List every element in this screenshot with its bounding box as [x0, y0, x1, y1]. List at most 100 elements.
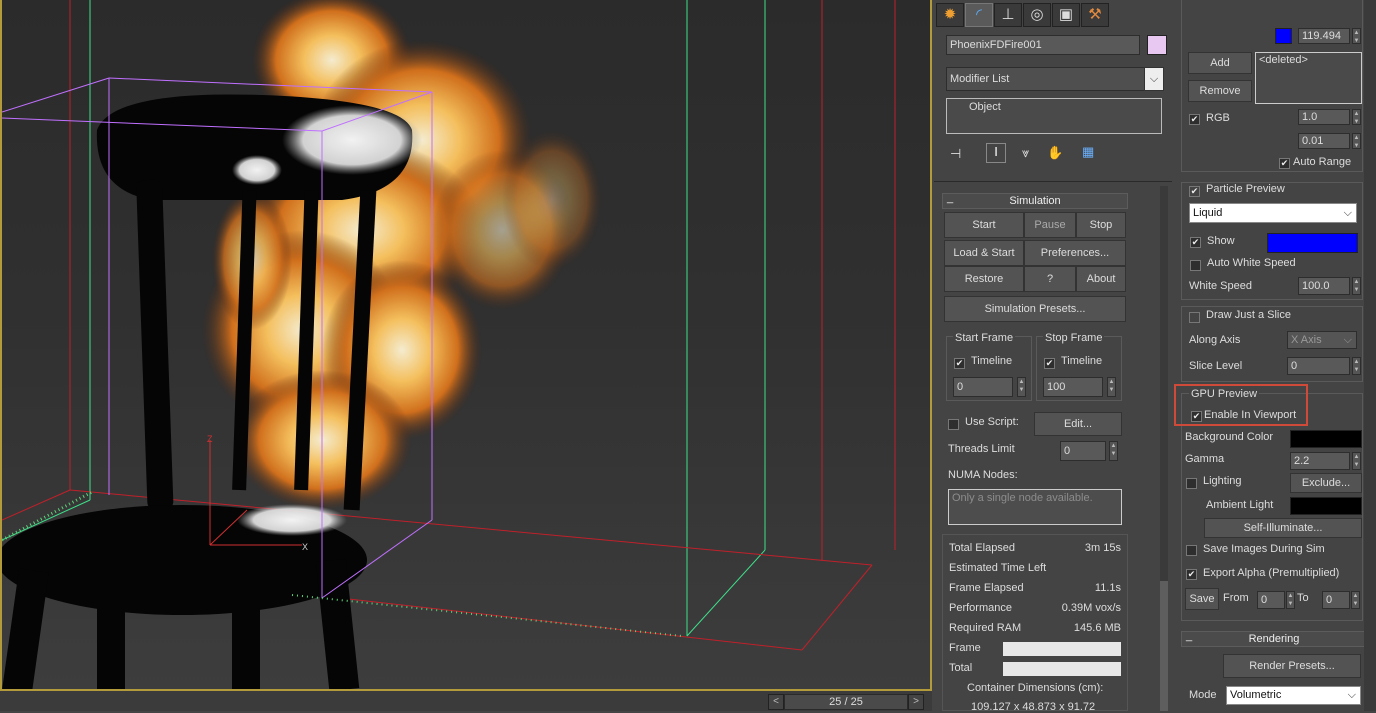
gpu-preview-group: GPU Preview ✔ Enable In Viewport Backgro… — [1181, 388, 1363, 621]
gizmo-z-label: Z — [207, 434, 213, 444]
mode-dropdown[interactable]: Volumetric ⌵ — [1226, 686, 1361, 705]
draw-slice-checkbox[interactable] — [1189, 312, 1200, 323]
object-name-field[interactable]: PhoenixFDFire001 — [946, 35, 1140, 55]
stop-timeline-checkbox[interactable]: ✔ — [1044, 358, 1055, 369]
configure-sets-icon[interactable]: ▦ — [1082, 144, 1094, 160]
save-button[interactable]: Save — [1185, 588, 1219, 610]
numa-nodes-list[interactable]: Only a single node available. — [948, 489, 1122, 525]
start-frame-input[interactable]: 0 — [953, 377, 1013, 397]
total-progress-bar — [1003, 662, 1121, 676]
prev-frame-button[interactable]: < — [768, 694, 784, 710]
chevron-down-icon[interactable]: ⌵ — [1144, 67, 1164, 91]
particle-type-dropdown[interactable]: Liquid ⌵ — [1189, 203, 1357, 223]
remove-button[interactable]: Remove — [1188, 80, 1252, 102]
simulation-presets-button[interactable]: Simulation Presets... — [944, 296, 1126, 322]
from-input[interactable]: 0 — [1257, 591, 1285, 609]
auto-range-checkbox[interactable]: ✔ — [1279, 158, 1290, 169]
show-checkbox[interactable]: ✔ — [1190, 237, 1201, 248]
preferences-button[interactable]: Preferences... — [1024, 240, 1126, 266]
help-button[interactable]: ? — [1024, 266, 1076, 292]
stop-frame-group: Stop Frame ✔ Timeline 100 ▲ ▼ — [1036, 332, 1122, 401]
modifier-stack[interactable]: Object — [946, 98, 1162, 134]
about-button[interactable]: About — [1076, 266, 1126, 292]
rgb-checkbox[interactable]: ✔ — [1189, 114, 1200, 125]
edit-script-button[interactable]: Edit... — [1034, 412, 1122, 436]
start-frame-spinner[interactable]: ▲ ▼ — [1017, 377, 1026, 397]
restore-button[interactable]: Restore — [944, 266, 1024, 292]
time-slider-bar: < 25 / 25 > — [0, 691, 932, 711]
stop-frame-input[interactable]: 100 — [1043, 377, 1103, 397]
remove-modifier-icon[interactable]: ✋ — [1047, 145, 1063, 161]
gradient-list[interactable]: <deleted> — [1255, 52, 1362, 104]
render-presets-button[interactable]: Render Presets... — [1223, 654, 1361, 678]
from-spinner[interactable]: ▲ ▼ — [1286, 591, 1295, 609]
rgb-spinner-2[interactable]: ▲ ▼ — [1352, 133, 1361, 149]
sun-icon[interactable]: ✹ — [936, 3, 964, 27]
particle-preview-checkbox[interactable]: ✔ — [1189, 186, 1200, 197]
rendering-rollout-header[interactable]: _ Rendering — [1181, 630, 1367, 647]
stop-frame-spinner[interactable]: ▲ ▼ — [1107, 377, 1116, 397]
stop-button[interactable]: Stop — [1076, 212, 1126, 238]
self-illuminate-button[interactable]: Self-Illuminate... — [1204, 518, 1362, 538]
next-frame-button[interactable]: > — [908, 694, 924, 710]
start-button[interactable]: Start — [944, 212, 1024, 238]
export-alpha-checkbox[interactable]: ✔ — [1186, 569, 1197, 580]
threads-limit-spinner[interactable]: ▲ ▼ — [1109, 441, 1118, 461]
slice-level-spinner[interactable]: ▲ ▼ — [1352, 357, 1361, 375]
gamma-label: Gamma — [1185, 453, 1225, 465]
color-gradient-group: 119.494 ▲ ▼ Add Remove <deleted> ✔ RGB 1.… — [1181, 0, 1363, 172]
load-start-button[interactable]: Load & Start — [944, 240, 1024, 266]
slice-level-input[interactable]: 0 — [1287, 357, 1350, 375]
particle-preview-label: Particle Preview — [1206, 183, 1285, 195]
left-scrollbar[interactable] — [1160, 186, 1168, 711]
stack-item-object[interactable]: Object — [969, 101, 1001, 113]
exclude-button[interactable]: Exclude... — [1290, 473, 1362, 493]
object-color-swatch[interactable] — [1147, 35, 1167, 55]
command-panel-tabs: ✹ ◜ ⊥ ◎ ▣ ⚒ — [934, 0, 1184, 27]
frame-elapsed-label: Frame Elapsed — [949, 582, 1024, 594]
deleted-list-item[interactable]: <deleted> — [1259, 54, 1308, 66]
auto-white-speed-label: Auto White Speed — [1207, 257, 1296, 269]
gradient-value-input[interactable]: 119.494 — [1298, 28, 1350, 44]
background-color-swatch[interactable] — [1290, 430, 1362, 448]
along-axis-dropdown[interactable]: X Axis ⌵ — [1287, 331, 1357, 349]
modifier-list-dropdown[interactable]: Modifier List — [946, 67, 1149, 91]
lighting-checkbox[interactable] — [1186, 478, 1197, 489]
make-unique-icon[interactable]: ⩔ — [1022, 145, 1029, 161]
use-script-checkbox[interactable] — [948, 419, 959, 430]
gradient-value-spinner[interactable]: ▲ ▼ — [1352, 28, 1361, 44]
modify-arc-icon[interactable]: ◜ — [965, 3, 993, 27]
add-button[interactable]: Add — [1188, 52, 1252, 74]
pause-button[interactable]: Pause — [1024, 212, 1076, 238]
show-label: Show — [1207, 235, 1235, 247]
simulation-rollout-header[interactable]: _ Simulation — [942, 192, 1128, 209]
gamma-spinner[interactable]: ▲ ▼ — [1352, 452, 1361, 470]
to-input[interactable]: 0 — [1322, 591, 1350, 609]
rgb-value-1[interactable]: 1.0 — [1298, 109, 1350, 125]
required-ram-value: 145.6 MB — [1073, 622, 1121, 634]
required-ram-label: Required RAM — [949, 622, 1022, 634]
time-slider[interactable]: 25 / 25 — [784, 694, 908, 710]
perspective-viewport[interactable]: Z X — [0, 0, 932, 691]
rgb-value-2[interactable]: 0.01 — [1298, 133, 1350, 149]
rgb-spinner-1[interactable]: ▲ ▼ — [1352, 109, 1361, 125]
gamma-input[interactable]: 2.2 — [1290, 452, 1350, 470]
hammer-icon[interactable]: ⚒ — [1081, 3, 1109, 27]
white-speed-input[interactable]: 100.0 — [1298, 277, 1350, 295]
display-monitor-icon[interactable]: ▣ — [1052, 3, 1080, 27]
hierarchy-icon[interactable]: ⊥ — [994, 3, 1022, 27]
show-color-swatch[interactable] — [1267, 233, 1358, 253]
right-scrollbar[interactable] — [1364, 0, 1376, 711]
pin-stack-icon[interactable]: ⊣ — [950, 146, 961, 162]
show-end-result-icon[interactable]: I — [986, 143, 1006, 163]
auto-white-speed-checkbox[interactable] — [1190, 260, 1201, 271]
white-speed-spinner[interactable]: ▲ ▼ — [1352, 277, 1361, 295]
threads-limit-input[interactable]: 0 — [1060, 441, 1106, 461]
start-timeline-checkbox[interactable]: ✔ — [954, 358, 965, 369]
gradient-color-swatch[interactable] — [1275, 28, 1292, 44]
motion-circle-icon[interactable]: ◎ — [1023, 3, 1051, 27]
to-spinner[interactable]: ▲ ▼ — [1351, 591, 1360, 609]
ambient-light-swatch[interactable] — [1290, 497, 1362, 515]
save-images-checkbox[interactable] — [1186, 545, 1197, 556]
eta-label: Estimated Time Left — [949, 562, 1047, 574]
